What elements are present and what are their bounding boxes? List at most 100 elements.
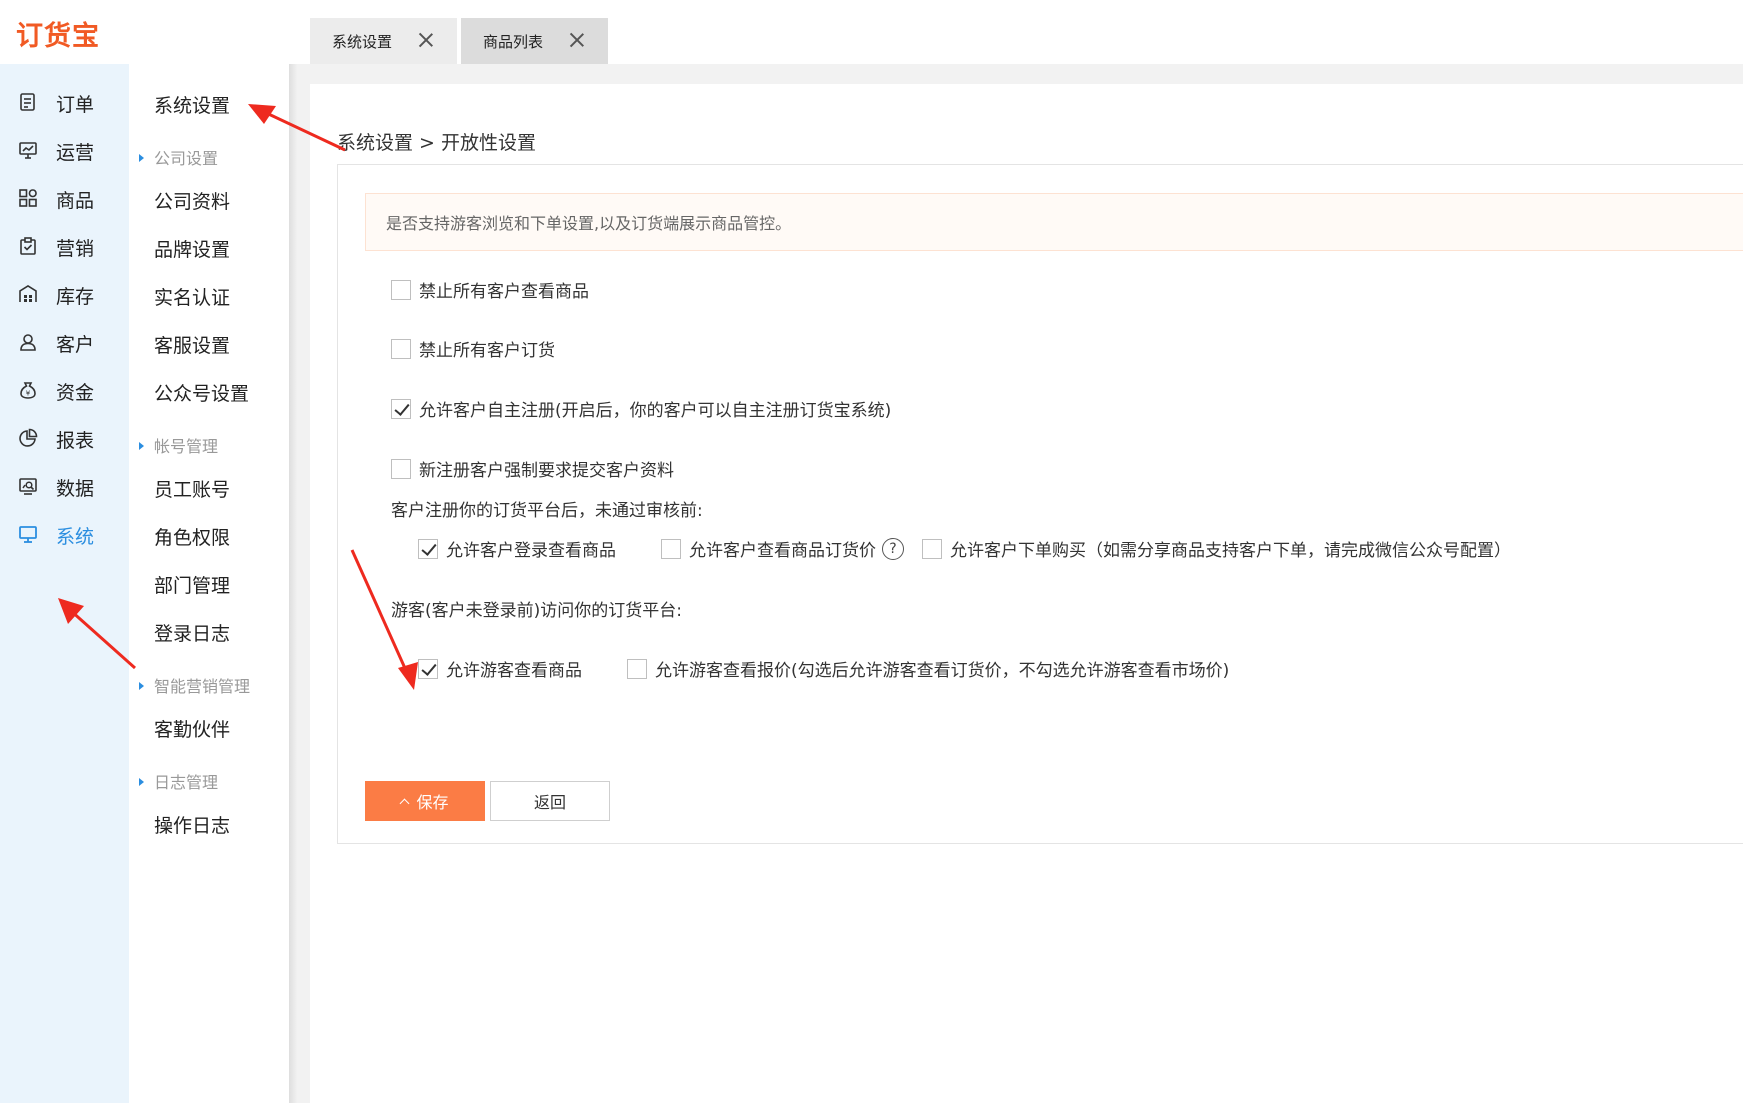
svg-text:¥: ¥ xyxy=(26,390,31,398)
data-icon xyxy=(19,478,37,495)
nav-item-goods[interactable]: 商品 xyxy=(0,178,129,218)
close-icon[interactable] xyxy=(417,30,435,50)
subnav-item-role-permissions[interactable]: 角色权限 xyxy=(154,523,230,550)
nav-label: 资金 xyxy=(56,382,95,404)
option-row[interactable]: 允许客户登录查看商品 xyxy=(418,536,616,561)
breadcrumb: 系统设置 > 开放性设置 xyxy=(337,132,536,154)
settings-card: 是否支持游客浏览和下单设置,以及订货端展示商品管控。 禁止所有客户查看商品 禁止… xyxy=(337,164,1743,844)
caret-right-icon xyxy=(139,681,144,690)
nav-item-warehouse[interactable]: 库存 xyxy=(0,274,129,314)
option-label: 允许客户登录查看商品 xyxy=(446,541,616,561)
checkbox-guest-view-price[interactable] xyxy=(627,658,647,679)
option-row[interactable]: 允许客户下单购买（如需分享商品支持客户下单，请完成微信公众号配置） xyxy=(922,536,1511,561)
nav-item-marketing[interactable]: 营销 xyxy=(0,226,129,266)
save-button[interactable]: 保存 xyxy=(365,781,485,821)
group-label: 帐号管理 xyxy=(154,437,219,456)
caret-right-icon xyxy=(139,441,144,450)
subnav-item-official-account[interactable]: 公众号设置 xyxy=(154,379,249,406)
subnav-group-account[interactable]: 帐号管理 xyxy=(139,433,218,457)
nav-item-operation[interactable]: 运营 xyxy=(0,130,129,170)
nav-item-order[interactable]: 订单 xyxy=(0,82,129,122)
checkbox-forbid-view[interactable] xyxy=(391,279,411,300)
option-row[interactable]: 允许游客查看商品 xyxy=(418,656,582,681)
monitor-icon xyxy=(19,526,37,543)
nav-item-system[interactable]: 系统 xyxy=(0,514,129,554)
option-row[interactable]: 禁止所有客户查看商品 xyxy=(391,277,589,302)
subnav-title-system-settings[interactable]: 系统设置 xyxy=(154,91,230,118)
checkbox-allow-purchase[interactable] xyxy=(922,538,942,559)
nav-item-data[interactable]: 数据 xyxy=(0,466,129,506)
option-label: 允许客户自主注册(开启后，你的客户可以自主注册订货宝系统) xyxy=(419,401,892,421)
app-logo[interactable]: 订货宝 xyxy=(16,14,100,53)
checkbox-allow-register[interactable] xyxy=(391,398,411,419)
money-bag-icon: ¥ xyxy=(20,382,36,399)
group-label: 公司设置 xyxy=(154,149,219,168)
checkbox-force-profile[interactable] xyxy=(391,458,411,479)
checkbox-guest-view-goods[interactable] xyxy=(418,658,438,679)
option-row[interactable]: 禁止所有客户订货 xyxy=(391,336,555,361)
main-content: 系统设置 > 开放性设置 是否支持游客浏览和下单设置,以及订货端展示商品管控。 … xyxy=(310,84,1743,1103)
close-icon[interactable] xyxy=(568,30,586,50)
option-label: 禁止所有客户订货 xyxy=(419,341,555,361)
marketing-icon xyxy=(20,237,36,255)
option-row[interactable]: 允许游客查看报价(勾选后允许游客查看订货价，不勾选允许游客查看市场价) xyxy=(627,656,1229,681)
sub-nav: 系统设置 公司设置 公司资料 品牌设置 实名认证 客服设置 公众号设置 帐号管理… xyxy=(129,64,289,1103)
nav-label: 报表 xyxy=(56,430,95,452)
subnav-item-partner[interactable]: 客勤伙伴 xyxy=(154,715,230,742)
panel-divider xyxy=(289,64,310,1103)
subnav-item-operation-log[interactable]: 操作日志 xyxy=(154,811,230,838)
back-label: 返回 xyxy=(533,795,566,812)
nav-label: 数据 xyxy=(56,478,95,500)
subnav-group-log[interactable]: 日志管理 xyxy=(139,769,218,793)
option-label: 允许游客查看报价(勾选后允许游客查看订货价，不勾选允许游客查看市场价) xyxy=(655,661,1230,681)
group-label: 智能营销管理 xyxy=(154,677,251,696)
option-label: 新注册客户强制要求提交客户资料 xyxy=(419,461,674,481)
checkbox-allow-view-price[interactable] xyxy=(661,538,681,559)
caret-right-icon xyxy=(139,153,144,162)
pie-chart-icon xyxy=(19,428,38,447)
top-bar: 订货宝 系统设置 商品列表 xyxy=(0,0,1743,64)
section-title-guest: 游客(客户未登录前)访问你的订货平台: xyxy=(391,601,682,621)
option-label: 允许客户下单购买（如需分享商品支持客户下单，请完成微信公众号配置） xyxy=(950,541,1511,561)
nav-label: 订单 xyxy=(56,94,95,116)
tab-bar: 系统设置 商品列表 xyxy=(310,18,608,64)
nav-item-funds[interactable]: ¥ 资金 xyxy=(0,370,129,410)
subnav-item-staff-account[interactable]: 员工账号 xyxy=(154,475,230,502)
subnav-item-service-settings[interactable]: 客服设置 xyxy=(154,331,230,358)
nav-item-report[interactable]: 报表 xyxy=(0,418,129,458)
tab-system-settings[interactable]: 系统设置 xyxy=(310,18,457,64)
option-row[interactable]: 允许客户查看商品订货价 ? xyxy=(661,536,904,561)
option-label: 允许客户查看商品订货价 xyxy=(689,541,876,561)
main-area: 系统设置 > 开放性设置 是否支持游客浏览和下单设置,以及订货端展示商品管控。 … xyxy=(310,64,1743,1103)
nav-label: 系统 xyxy=(56,526,95,548)
subnav-group-smart-marketing[interactable]: 智能营销管理 xyxy=(139,673,250,697)
left-nav: 订单 运营 商品 营销 库存 客户 ¥ 资金 报表 数据 系统 xyxy=(0,64,129,1103)
subnav-item-brand-settings[interactable]: 品牌设置 xyxy=(154,235,230,262)
nav-label: 运营 xyxy=(56,142,95,164)
chevron-up-icon xyxy=(400,798,410,808)
tab-label: 系统设置 xyxy=(332,32,393,51)
subnav-group-company[interactable]: 公司设置 xyxy=(139,145,218,169)
checkbox-allow-login-view[interactable] xyxy=(418,538,438,559)
option-label: 禁止所有客户查看商品 xyxy=(419,282,589,302)
nav-item-customer[interactable]: 客户 xyxy=(0,322,129,362)
notice-banner: 是否支持游客浏览和下单设置,以及订货端展示商品管控。 xyxy=(365,193,1743,251)
subnav-item-company-profile[interactable]: 公司资料 xyxy=(154,187,230,214)
back-button[interactable]: 返回 xyxy=(490,781,610,821)
option-row[interactable]: 新注册客户强制要求提交客户资料 xyxy=(391,456,674,481)
subnav-item-real-name[interactable]: 实名认证 xyxy=(154,283,230,310)
subnav-item-login-log[interactable]: 登录日志 xyxy=(154,619,230,646)
subnav-item-department[interactable]: 部门管理 xyxy=(154,571,230,598)
save-label: 保存 xyxy=(416,795,449,812)
goods-icon xyxy=(19,189,37,207)
caret-right-icon xyxy=(139,777,144,786)
option-label: 允许游客查看商品 xyxy=(446,661,582,681)
option-row[interactable]: 允许客户自主注册(开启后，你的客户可以自主注册订货宝系统) xyxy=(391,396,891,421)
section-title-unreviewed: 客户注册你的订货平台后，未通过审核前: xyxy=(391,501,703,521)
checkbox-forbid-order[interactable] xyxy=(391,338,411,359)
help-icon[interactable]: ? xyxy=(882,537,904,560)
tab-goods-list[interactable]: 商品列表 xyxy=(461,18,608,64)
nav-label: 库存 xyxy=(56,286,95,308)
warehouse-icon xyxy=(19,285,37,302)
group-label: 日志管理 xyxy=(154,773,219,792)
